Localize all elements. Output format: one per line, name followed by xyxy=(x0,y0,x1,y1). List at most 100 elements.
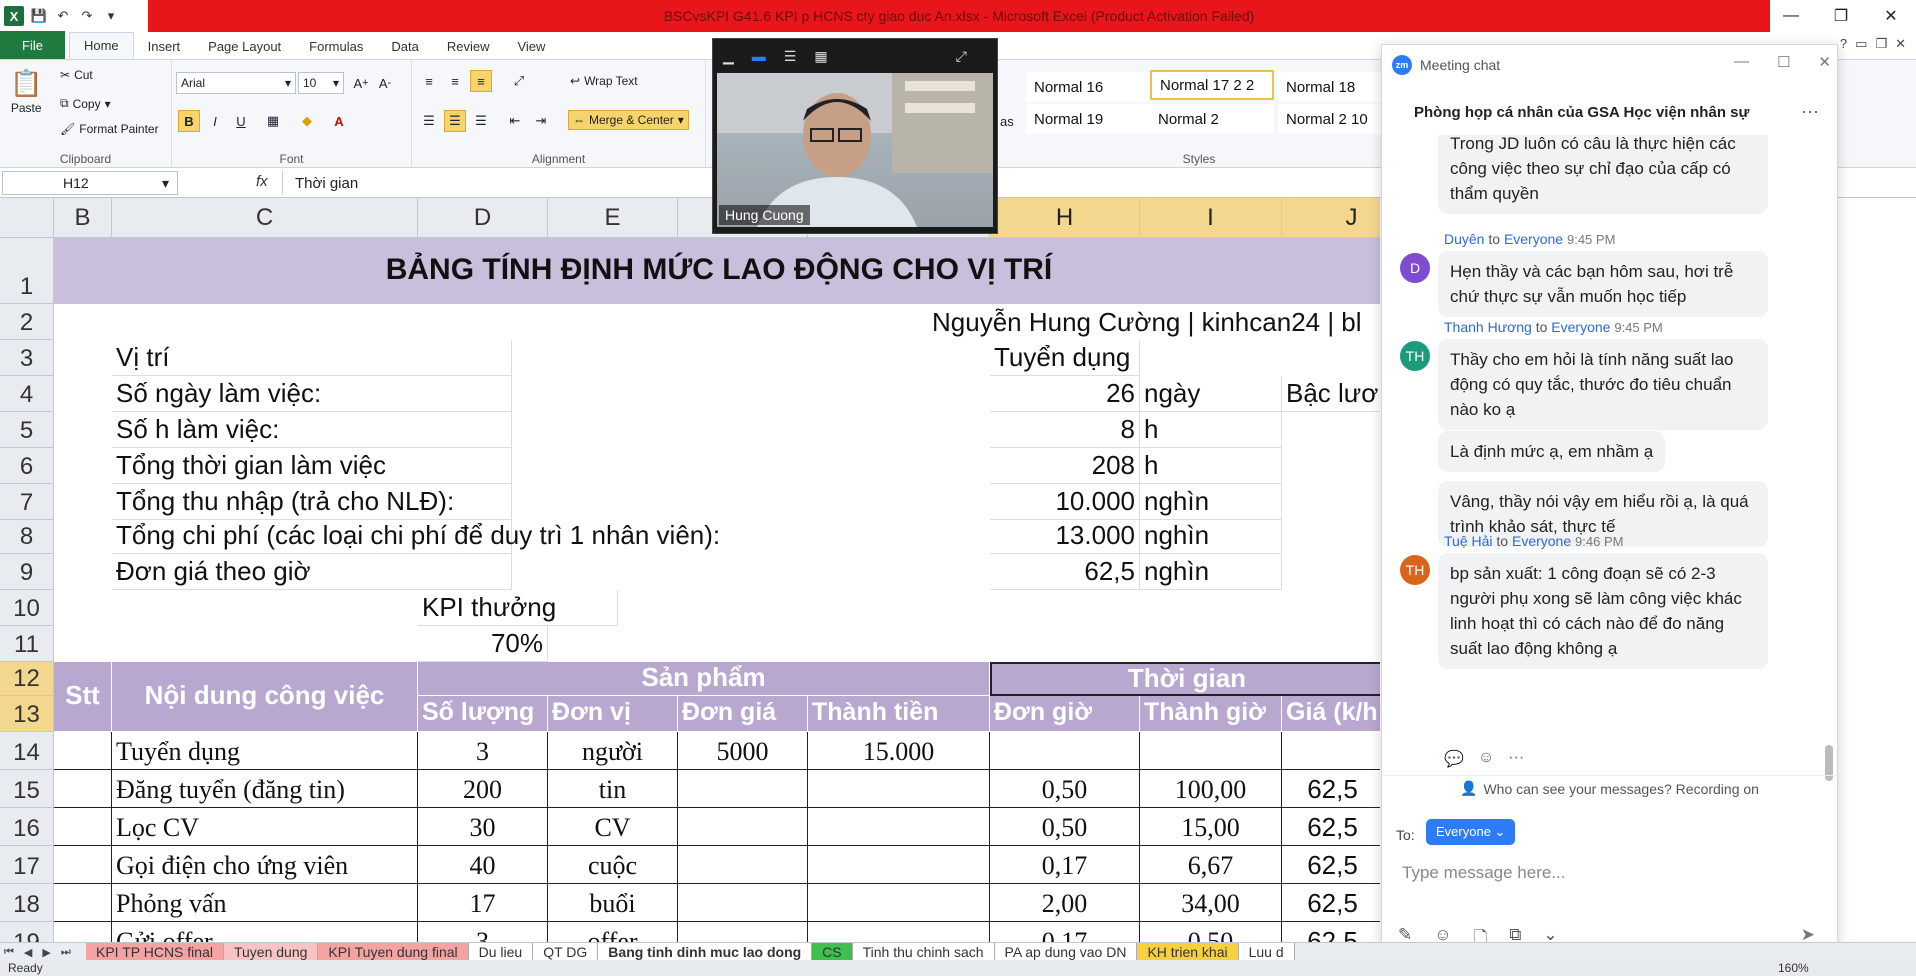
chat-maximize-button[interactable]: ☐ xyxy=(1777,53,1790,71)
style-normal-16[interactable]: Normal 16 xyxy=(1026,72,1150,102)
rate-cell[interactable]: 62,5 xyxy=(1282,808,1380,846)
sheet-tab[interactable]: Tinh thu chinh sach xyxy=(852,943,995,961)
next-sheet-icon[interactable]: ▶ xyxy=(42,946,50,959)
hour-cell[interactable]: 0,17 xyxy=(990,846,1140,884)
minimize-button[interactable]: — xyxy=(1766,0,1816,32)
underline-button[interactable]: U xyxy=(230,110,252,132)
recipient-select[interactable]: Everyone ⌄ xyxy=(1426,819,1516,845)
label-cell[interactable]: Số h làm việc: xyxy=(112,412,512,448)
copy-button[interactable]: ⧉ Copy ▾ xyxy=(60,96,111,111)
label-cell[interactable]: Tổng thời gian làm việc xyxy=(112,448,512,484)
sheet-tab[interactable]: KH trien khai xyxy=(1137,943,1239,961)
rate-cell[interactable] xyxy=(1282,732,1380,770)
sheet-tab[interactable]: KPI TP HCNS final xyxy=(86,943,224,961)
price-cell[interactable]: 5000 xyxy=(678,732,808,770)
row-header-8[interactable]: 8 xyxy=(0,520,54,554)
unit-cell[interactable]: tin xyxy=(548,770,678,808)
select-all-corner[interactable] xyxy=(0,198,54,238)
qty-cell[interactable]: 3 xyxy=(418,922,548,942)
unit-cell[interactable]: buổi xyxy=(548,884,678,922)
who-can-see-link[interactable]: 👤 Who can see your messages? Recording on xyxy=(1382,775,1837,801)
row-header-4[interactable]: 4 xyxy=(0,376,54,412)
orientation-icon[interactable]: ⤢ xyxy=(508,70,530,92)
customize-qat-icon[interactable]: ▾ xyxy=(102,7,120,25)
label-cell[interactable]: Đơn giá theo giờ xyxy=(112,554,512,590)
align-bottom-icon[interactable]: ≡ xyxy=(470,70,492,92)
kpi-value[interactable]: 70% xyxy=(418,626,548,662)
borders-icon[interactable]: ▦ xyxy=(262,110,284,132)
total-hour-cell[interactable]: 0,50 xyxy=(1140,922,1282,942)
rate-cell[interactable]: 62,5 xyxy=(1282,846,1380,884)
speaker-view-icon[interactable]: ▬ xyxy=(752,48,766,64)
gallery-view-icon[interactable]: ▦ xyxy=(814,48,827,65)
merge-center-button[interactable]: ⇔ Merge & Center ▾ xyxy=(568,110,689,130)
fill-color-icon[interactable]: ◆ xyxy=(296,110,318,132)
header-soluong[interactable]: Số lượng xyxy=(418,696,548,732)
undo-icon[interactable]: ↶ xyxy=(54,7,72,25)
sheet-tab[interactable]: Bang tinh dinh muc lao dong xyxy=(598,943,813,961)
row-header-6[interactable]: 6 xyxy=(0,448,54,484)
style-normal-2[interactable]: Normal 2 xyxy=(1150,104,1274,134)
close-button[interactable]: ✕ xyxy=(1866,0,1916,32)
more-options-icon[interactable]: ··· xyxy=(1801,101,1819,122)
hour-cell[interactable] xyxy=(990,732,1140,770)
unit-cell[interactable]: h xyxy=(1140,412,1282,448)
label-cell[interactable]: Tổng chi phí (các loại chi phí để duy tr… xyxy=(112,520,720,554)
style-normal-19[interactable]: Normal 19 xyxy=(1026,104,1150,134)
font-size-select[interactable]: 10 ▾ xyxy=(298,72,344,94)
chat-messages[interactable]: Trong JD luôn có câu là thực hiện các cô… xyxy=(1382,135,1822,815)
qty-cell[interactable]: 40 xyxy=(418,846,548,884)
tab-formulas[interactable]: Formulas xyxy=(295,33,377,59)
align-left-icon[interactable]: ☰ xyxy=(418,110,440,132)
row-header-14[interactable]: 14 xyxy=(0,732,54,770)
header-donvi[interactable]: Đơn vị xyxy=(548,696,678,732)
header-dongio[interactable]: Đơn giờ xyxy=(990,696,1140,732)
row-header-10[interactable]: 10 xyxy=(0,590,54,626)
shrink-font-icon[interactable]: A- xyxy=(374,72,396,94)
align-center-icon[interactable]: ☰ xyxy=(444,110,466,132)
hour-cell[interactable]: 0,17 xyxy=(990,922,1140,942)
font-name-select[interactable]: Arial ▾ xyxy=(176,72,296,94)
bold-button[interactable]: B xyxy=(178,110,200,132)
total-cell[interactable] xyxy=(808,922,990,942)
table-row[interactable] xyxy=(54,884,112,922)
row-header-19[interactable]: 19 xyxy=(0,922,54,942)
total-hour-cell[interactable]: 34,00 xyxy=(1140,884,1282,922)
column-header-j[interactable]: J xyxy=(1282,198,1380,238)
unit-cell[interactable]: người xyxy=(548,732,678,770)
task-name[interactable]: Gọi điện cho ứng viên xyxy=(112,846,418,884)
kpi-label[interactable]: KPI thưởng xyxy=(418,590,618,626)
unit-cell[interactable]: offer xyxy=(548,922,678,942)
tab-file[interactable]: File xyxy=(0,31,65,59)
total-cell[interactable] xyxy=(808,808,990,846)
hour-cell[interactable]: 0,50 xyxy=(990,770,1140,808)
insert-function-icon[interactable]: fx xyxy=(256,173,268,190)
sheet-tab[interactable]: Luu d xyxy=(1238,943,1295,961)
sheet-tab[interactable]: QT DG xyxy=(533,943,599,961)
row-header-17[interactable]: 17 xyxy=(0,846,54,884)
price-cell[interactable] xyxy=(678,884,808,922)
video-panel[interactable]: ▁ ▬ ☰ ▦ ⤢ Hung Cuong xyxy=(712,38,998,234)
paste-button[interactable]: 📋 Paste xyxy=(10,68,42,115)
price-cell[interactable] xyxy=(678,846,808,884)
font-color-icon[interactable]: A xyxy=(328,110,350,132)
increase-indent-icon[interactable]: ⇥ xyxy=(530,110,552,132)
label-cell[interactable]: Số ngày làm việc: xyxy=(112,376,512,412)
tab-home[interactable]: Home xyxy=(68,32,134,59)
total-cell[interactable] xyxy=(808,884,990,922)
decrease-indent-icon[interactable]: ⇤ xyxy=(504,110,526,132)
first-sheet-icon[interactable]: ⏮ xyxy=(4,946,14,959)
total-hour-cell[interactable]: 15,00 xyxy=(1140,808,1282,846)
avatar[interactable]: TH xyxy=(1400,555,1430,585)
sheet-tab[interactable]: PA ap dung vao DN xyxy=(994,943,1138,961)
tab-data[interactable]: Data xyxy=(377,33,432,59)
price-cell[interactable] xyxy=(678,922,808,942)
hour-cell[interactable]: 2,00 xyxy=(990,884,1140,922)
header-gia[interactable]: Giá (k/h xyxy=(1282,696,1380,732)
price-cell[interactable] xyxy=(678,808,808,846)
row-header-1[interactable]: 1 xyxy=(0,238,54,304)
sheet-tab[interactable]: KPI Tuyen dung final xyxy=(318,943,469,961)
total-cell[interactable] xyxy=(808,846,990,884)
emoji-reaction-icon[interactable]: ☺ xyxy=(1478,749,1494,769)
row-header-16[interactable]: 16 xyxy=(0,808,54,846)
